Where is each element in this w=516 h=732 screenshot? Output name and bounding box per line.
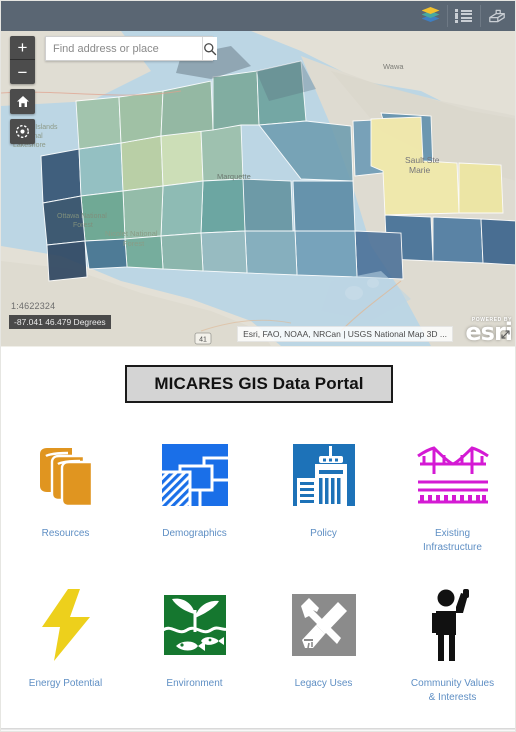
map-search[interactable] [45,36,217,61]
portal-panel: MICARES GIS Data Portal Resources Demogr… [1,346,515,731]
locate-button[interactable] [10,119,35,144]
city-building-icon [292,444,355,506]
page-title-text: MICARES GIS Data Portal [154,374,364,393]
locate-icon [15,124,30,139]
zoom-in-button[interactable]: + [10,36,35,60]
zoom-out-button[interactable]: − [10,60,35,84]
svg-text:Sault Ste: Sault Ste [405,155,440,165]
map-attribution: Esri, FAO, NOAA, NRCan | USGS National M… [237,326,453,342]
svg-text:Nicolet National: Nicolet National [105,229,158,238]
parcel-map-icon-wrap [156,433,234,517]
home-button[interactable] [10,89,35,114]
svg-text:Ottawa National: Ottawa National [57,213,107,220]
map-graphic: 41 Wawa Sault Ste Marie Marquette Apostl… [1,31,515,346]
parcel-map-icon [161,444,228,506]
map-coordinates: -87.041 46.479 Degrees [9,315,111,329]
hammer-shovel-icon [291,594,356,656]
search-button[interactable] [202,37,217,60]
tile-label-environment: Environment [166,678,223,689]
tile-resources[interactable]: Resources [1,421,130,571]
app-window: 41 Wawa Sault Ste Marie Marquette Apostl… [0,0,516,732]
app-header-bar [1,1,515,31]
svg-text:Wawa: Wawa [383,62,404,71]
books-icon-wrap [27,433,105,517]
map-canvas[interactable]: 41 Wawa Sault Ste Marie Marquette Apostl… [1,31,515,346]
tile-existing-infrastructure[interactable]: Existing Infrastructure [388,421,515,571]
panel-bottom-shadow [1,728,515,731]
basemap-gallery-button[interactable] [480,1,513,31]
layers-button[interactable] [414,1,447,31]
bridge-icon-wrap [414,433,492,517]
books-icon [39,448,93,508]
map-resize-handle-icon[interactable] [500,329,513,342]
svg-text:Forest: Forest [73,222,93,229]
tile-demographics[interactable]: Demographics [130,421,259,571]
tile-label-policy: Policy [310,528,337,539]
tile-label-legacy-uses: Legacy Uses [294,678,353,689]
lightning-bolt-icon [41,589,90,661]
highway-shield-41: 41 [194,332,212,345]
page-title: MICARES GIS Data Portal [125,365,393,403]
tile-label-resources: Resources [41,528,90,539]
person-raised-arm-icon-wrap [414,583,492,667]
home-icon [16,96,29,107]
tile-policy[interactable]: Policy [259,421,388,571]
legend-button[interactable] [447,1,480,31]
tile-community-values[interactable]: Community Values & Interests [388,571,515,721]
tile-label-demographics: Demographics [162,528,227,539]
legend-icon [454,9,473,23]
tile-label-community-values: Community Values & Interests [410,678,495,703]
tile-environment[interactable]: Environment [130,571,259,721]
svg-text:Forest: Forest [123,239,145,248]
tile-label-energy-potential: Energy Potential [28,678,103,689]
zoom-controls[interactable]: + − [10,36,35,84]
basemap-gallery-icon [488,9,505,23]
plant-fish-icon [161,593,228,657]
svg-text:41: 41 [199,337,207,344]
person-raised-arm-icon [431,589,469,661]
hammer-shovel-icon-wrap [285,583,363,667]
tile-legacy-uses[interactable]: Legacy Uses [259,571,388,721]
layers-icon [421,7,441,25]
tile-energy-potential[interactable]: Energy Potential [1,571,130,721]
search-input[interactable] [46,37,202,60]
plant-fish-icon-wrap [156,583,234,667]
tile-label-existing-infrastructure: Existing Infrastructure [423,528,482,553]
bridge-icon [416,446,489,504]
city-building-icon-wrap [285,433,363,517]
lightning-bolt-icon-wrap [27,583,105,667]
svg-text:Marquette: Marquette [217,172,251,181]
search-icon [204,42,217,55]
category-grid: Resources Demographics Policy Existing I… [1,421,515,721]
svg-text:Marie: Marie [409,165,431,175]
map-scale: 1:4622324 [11,301,56,311]
